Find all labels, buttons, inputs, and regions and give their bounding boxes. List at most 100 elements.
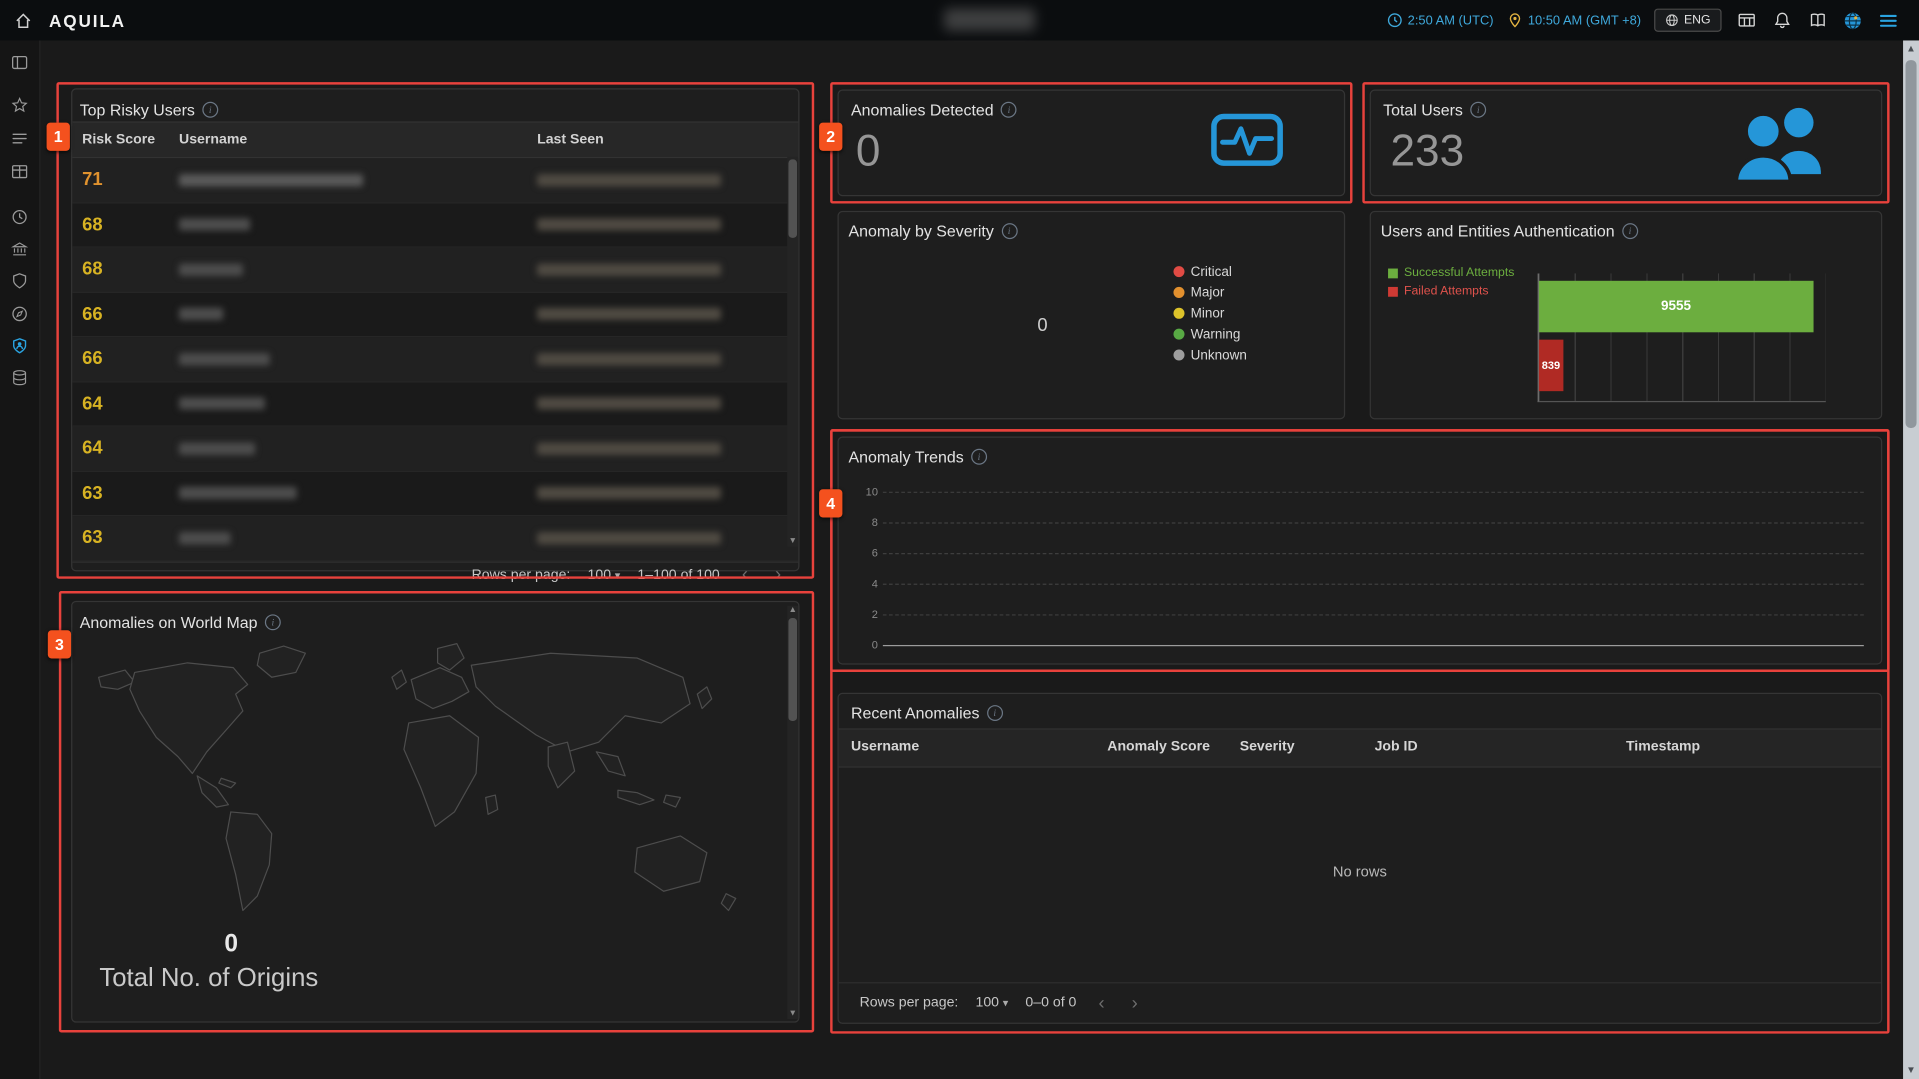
caret-down-icon: ▾ — [615, 568, 621, 580]
anomaly-trends-card: Anomaly Trends 10 8 6 4 2 0 — [837, 437, 1882, 665]
info-icon[interactable] — [1001, 223, 1017, 239]
info-icon[interactable] — [265, 614, 281, 630]
column-last-seen: Last Seen — [537, 132, 798, 147]
pagination-range: 1–100 of 100 — [637, 567, 719, 582]
list-icon[interactable] — [11, 130, 28, 147]
prev-page-button[interactable]: ‹ — [1094, 994, 1110, 1012]
legend-item[interactable]: Major — [1173, 282, 1246, 303]
redacted-timestamp — [537, 487, 721, 499]
database-icon[interactable] — [11, 369, 28, 386]
annotation-badge-3: 3 — [48, 630, 71, 658]
severity-legend: Critical Major Minor Warning Unknown — [1173, 261, 1246, 365]
history-clock-icon[interactable] — [11, 208, 28, 225]
next-page-button[interactable]: › — [1127, 994, 1143, 1012]
risk-score: 66 — [72, 304, 179, 325]
info-icon[interactable] — [1622, 223, 1638, 239]
redacted-timestamp — [537, 219, 721, 231]
info-icon[interactable] — [1470, 102, 1486, 118]
auth-bar[interactable]: 9555 — [1539, 281, 1813, 333]
info-icon[interactable] — [987, 705, 1003, 721]
legend-swatch — [1388, 286, 1398, 296]
table-row[interactable]: 68 — [72, 203, 798, 248]
redacted-username — [179, 442, 255, 454]
scroll-up-icon[interactable]: ▲ — [1903, 42, 1919, 57]
y-tick: 10 — [851, 486, 878, 498]
legend-item[interactable]: Warning — [1173, 324, 1246, 345]
top-navbar: AQUILA 2:50 AM (UTC) 10:50 AM (GMT +8) E… — [0, 0, 1919, 40]
redacted-timestamp — [537, 353, 721, 365]
card-title: Anomaly Trends — [849, 448, 964, 466]
table-row[interactable]: 71 — [72, 158, 798, 203]
info-icon[interactable] — [202, 101, 218, 117]
legend-item[interactable]: Unknown — [1173, 345, 1246, 366]
star-icon[interactable] — [11, 97, 28, 114]
map-scrollbar[interactable]: ▲ ▼ — [787, 606, 798, 1019]
user-shield-icon[interactable] — [11, 337, 28, 354]
redacted-timestamp — [537, 263, 721, 275]
auth-bar[interactable]: 839 — [1539, 340, 1563, 392]
world-map[interactable] — [77, 636, 783, 943]
scroll-down-icon[interactable]: ▼ — [787, 537, 798, 547]
redacted-timestamp — [537, 308, 721, 320]
total-users-card: Total Users 233 — [1370, 90, 1883, 197]
bank-icon[interactable] — [11, 240, 28, 257]
rows-per-page-select[interactable]: 100▾ — [975, 996, 1008, 1011]
kpi-value: 0 — [856, 125, 881, 177]
kpi-value: 233 — [1391, 125, 1465, 177]
scrollbar-thumb[interactable] — [1906, 60, 1917, 428]
rows-per-page-select[interactable]: 100▾ — [588, 567, 621, 582]
legend-item[interactable]: Minor — [1173, 303, 1246, 324]
info-icon[interactable] — [971, 449, 987, 465]
recent-anomalies-card: Recent Anomalies Username Anomaly Score … — [837, 693, 1882, 1024]
compass-icon[interactable] — [11, 305, 28, 322]
legend-item[interactable]: Critical — [1173, 261, 1246, 282]
annotation-badge-1: 1 — [47, 123, 70, 151]
risk-score: 64 — [72, 438, 179, 459]
card-title: Users and Entities Authentication — [1381, 222, 1615, 240]
home-icon[interactable] — [12, 9, 34, 31]
users-icon — [1729, 103, 1832, 184]
shield-icon[interactable] — [11, 272, 28, 289]
legend-swatch — [1388, 268, 1398, 278]
hamburger-menu-icon[interactable] — [1877, 9, 1899, 31]
redacted-username — [179, 532, 231, 544]
next-page-button[interactable]: › — [770, 565, 786, 583]
earth-icon[interactable] — [1842, 9, 1864, 31]
table-row[interactable]: 64 — [72, 427, 798, 472]
table-row[interactable]: 66 — [72, 337, 798, 382]
table-row[interactable]: 68 — [72, 248, 798, 293]
legend-item[interactable]: Failed Attempts — [1388, 282, 1514, 300]
app-viewport: AQUILA 2:50 AM (UTC) 10:50 AM (GMT +8) E… — [0, 0, 1919, 1079]
risk-score: 63 — [72, 528, 179, 549]
table-row[interactable]: 63 — [72, 471, 798, 516]
table-row[interactable]: 64 — [72, 382, 798, 427]
redacted-timestamp — [537, 174, 721, 186]
book-icon[interactable] — [1806, 9, 1828, 31]
table-body: 71 68 68 66 66 64 64 63 63 — [72, 158, 798, 561]
legend-item[interactable]: Successful Attempts — [1388, 264, 1514, 282]
table-scrollbar[interactable]: ▼ — [787, 157, 798, 547]
page-scrollbar[interactable]: ▲ ▼ — [1903, 40, 1919, 1079]
scroll-down-icon[interactable]: ▼ — [787, 1009, 798, 1019]
redacted-username — [179, 174, 363, 186]
origins-count: 0 — [99, 931, 318, 959]
scroll-down-icon[interactable]: ▼ — [1903, 1063, 1919, 1078]
prev-page-button[interactable]: ‹ — [737, 565, 753, 583]
utc-time: 2:50 AM (UTC) — [1387, 12, 1494, 28]
risk-score: 64 — [72, 393, 179, 414]
layout-panel-icon[interactable] — [11, 54, 28, 71]
brand-logo[interactable]: AQUILA — [49, 10, 126, 30]
scroll-up-icon[interactable]: ▲ — [787, 606, 798, 616]
table-icon[interactable] — [11, 163, 28, 180]
info-icon[interactable] — [1001, 102, 1017, 118]
y-tick: 0 — [851, 639, 878, 651]
bell-icon[interactable] — [1771, 9, 1793, 31]
risk-score: 66 — [72, 349, 179, 370]
left-sidebar — [0, 40, 40, 1079]
grid-icon[interactable] — [1735, 9, 1757, 31]
language-selector[interactable]: ENG — [1655, 9, 1722, 32]
table-row[interactable]: 63 — [72, 516, 798, 561]
y-tick: 4 — [851, 578, 878, 590]
table-row[interactable]: 66 — [72, 292, 798, 337]
card-title: Anomalies Detected — [851, 101, 994, 119]
